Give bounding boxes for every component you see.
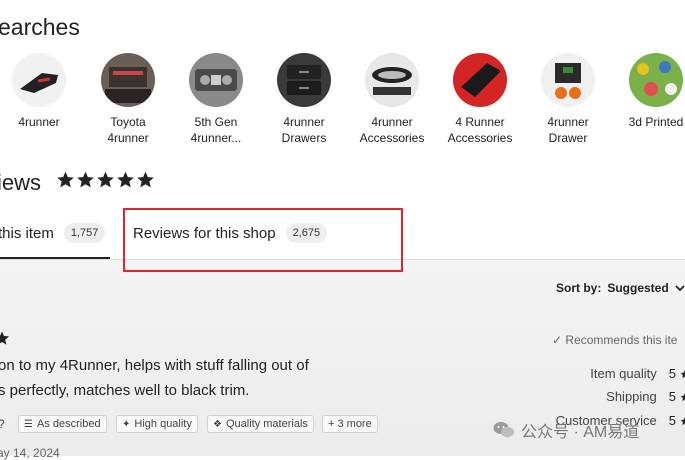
search-thumbnail bbox=[365, 53, 419, 107]
search-item-4runner-accessories[interactable]: 4runner Accessories bbox=[348, 53, 436, 146]
chip-label: High quality bbox=[134, 418, 192, 430]
wechat-icon bbox=[493, 422, 514, 438]
search-item-4runner-drawers[interactable]: 4runner Drawers bbox=[260, 53, 348, 146]
active-tab-underline bbox=[0, 257, 110, 259]
tab-label: this item bbox=[0, 224, 54, 242]
search-item-label: 3d Printed bbox=[628, 115, 684, 129]
fabric-icon: ❖ bbox=[213, 418, 222, 430]
search-thumbnail bbox=[101, 53, 155, 107]
sort-dropdown[interactable]: Sort by: Suggested bbox=[556, 281, 685, 295]
chevron-down-icon bbox=[675, 285, 685, 292]
search-item-label: Toyota 4runner bbox=[107, 115, 149, 145]
sort-value: Suggested bbox=[607, 281, 669, 295]
tag-chip-high-quality[interactable]: ✦ High quality bbox=[116, 415, 198, 433]
search-item-label: 4 Runner Accessories bbox=[447, 115, 513, 145]
search-thumbnail bbox=[453, 53, 507, 107]
search-item-label: 4runner Accessories bbox=[359, 115, 425, 145]
overall-rating-stars bbox=[56, 170, 155, 189]
reviews-heading: iews bbox=[0, 170, 42, 195]
search-item-4runner-drawer[interactable]: 4runner Drawer bbox=[524, 53, 612, 146]
search-thumbnail bbox=[277, 53, 331, 107]
star-icon bbox=[680, 369, 685, 378]
recommends-text: Recommends this ite bbox=[565, 333, 678, 347]
star-icon bbox=[97, 171, 114, 188]
star-icon bbox=[117, 171, 134, 188]
search-thumbnail bbox=[189, 53, 243, 107]
search-thumbnail bbox=[12, 53, 66, 107]
rating-item-quality: Item quality 5 bbox=[520, 366, 685, 381]
review-text-line: on to my 4Runner, helps with stuff falli… bbox=[0, 357, 309, 374]
question-mark-text: ? bbox=[0, 417, 5, 431]
search-item-label: 4runner bbox=[18, 115, 60, 129]
tag-chip-as-described[interactable]: ☰ As described bbox=[18, 415, 107, 433]
search-item-toyota-4runner[interactable]: Toyota 4runner bbox=[84, 53, 172, 146]
check-icon: ✓ bbox=[552, 333, 563, 347]
review-date: ay 14, 2024 bbox=[0, 446, 60, 460]
rating-label: Shipping bbox=[606, 389, 657, 404]
recommends-item: ✓ Recommends this ite bbox=[552, 333, 677, 347]
star-icon bbox=[137, 171, 154, 188]
review-star-icon bbox=[0, 331, 9, 345]
star-icon bbox=[57, 171, 74, 188]
search-item-3d-printed[interactable]: 3d Printed bbox=[612, 53, 685, 130]
tab-count-badge: 1,757 bbox=[63, 223, 106, 243]
search-thumbnail bbox=[541, 53, 595, 107]
tag-chip-more[interactable]: + 3 more bbox=[322, 415, 378, 433]
sparkle-icon: ✦ bbox=[122, 418, 131, 430]
star-icon bbox=[680, 392, 685, 401]
star-icon bbox=[680, 416, 685, 425]
rating-value: 5 bbox=[668, 366, 676, 381]
rating-label: Item quality bbox=[590, 366, 657, 381]
search-item-label: 4runner Drawer bbox=[547, 115, 589, 145]
related-searches-title: earches bbox=[0, 14, 80, 40]
chip-label: As described bbox=[36, 418, 101, 430]
search-item-4-runner-accessories[interactable]: 4 Runner Accessories bbox=[436, 53, 524, 146]
review-text-line: s perfectly, matches well to black trim. bbox=[0, 382, 250, 399]
watermark-text: 公众号 · AM易道 bbox=[521, 424, 640, 441]
search-thumbnail bbox=[629, 53, 683, 107]
search-item-label: 5th Gen 4runner... bbox=[190, 115, 242, 145]
wechat-watermark: 公众号 · AM易道 bbox=[493, 418, 639, 442]
rating-shipping: Shipping 5 bbox=[520, 389, 685, 404]
search-item-4runner[interactable]: 4runner bbox=[0, 53, 83, 130]
sort-label: Sort by: bbox=[556, 281, 602, 295]
chip-label: + 3 more bbox=[328, 418, 372, 430]
tab-this-item[interactable]: this item 1,757 bbox=[0, 223, 106, 243]
star-icon bbox=[77, 171, 94, 188]
highlight-annotation-box bbox=[123, 208, 403, 272]
rating-value: 5 bbox=[668, 413, 676, 428]
chip-label: Quality materials bbox=[225, 418, 308, 430]
checklist-icon: ☰ bbox=[24, 418, 33, 430]
search-item-label: 4runner Drawers bbox=[281, 115, 327, 145]
search-item-5th-gen-4runner[interactable]: 5th Gen 4runner... bbox=[172, 53, 260, 146]
rating-value: 5 bbox=[668, 389, 676, 404]
tag-chip-quality-materials[interactable]: ❖ Quality materials bbox=[207, 415, 314, 433]
